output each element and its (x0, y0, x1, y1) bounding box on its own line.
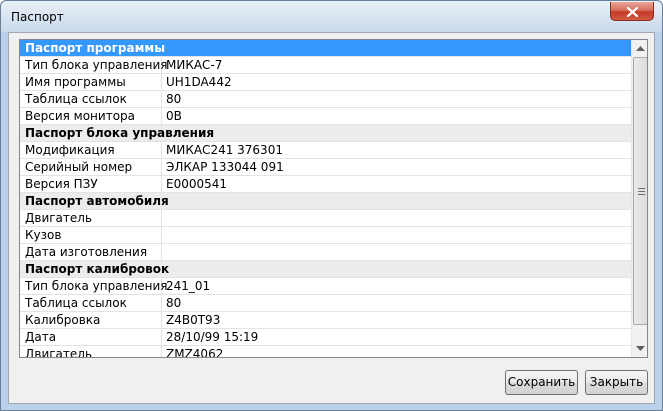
property-row[interactable]: Модификация МИКАС241 376301 (20, 142, 631, 159)
property-value (163, 210, 166, 227)
property-name: Тип блока управления (20, 278, 168, 295)
passport-grid[interactable]: Паспорт программы Тип блока управления МИК… (19, 39, 648, 358)
section-title: Паспорт автомобиля (25, 194, 169, 208)
property-name: Двигатель (20, 346, 162, 357)
scroll-thumb[interactable] (633, 57, 647, 325)
property-row[interactable]: Дата изготовления (20, 244, 631, 261)
window-close-button[interactable] (610, 2, 654, 21)
property-value: 0B (166, 109, 182, 123)
scroll-down-button[interactable] (632, 340, 647, 357)
property-value: E0000541 (166, 177, 228, 191)
property-row[interactable]: Тип блока управления 241_01 (20, 278, 631, 295)
property-row[interactable]: Кузов (20, 227, 631, 244)
window-title: Паспорт (11, 10, 64, 24)
property-row[interactable]: Таблица ссылок 80 (20, 91, 631, 108)
section-title: Паспорт программы (25, 41, 166, 55)
property-value: Z4B0T93 (166, 313, 221, 327)
section-header[interactable]: Паспорт автомобиля (20, 193, 631, 210)
property-name: Версия ПЗУ (20, 176, 162, 193)
property-row[interactable]: Версия монитора 0B (20, 108, 631, 125)
property-name: Тип блока управления (20, 57, 168, 74)
property-value: МИКАС241 376301 (166, 143, 283, 157)
property-name: Модификация (20, 142, 162, 159)
vertical-scrollbar[interactable] (631, 40, 647, 357)
property-row[interactable]: Дата 28/10/99 15:19 (20, 329, 631, 346)
property-name: Калибровка (20, 312, 162, 329)
property-value: ZMZ4062 (166, 347, 224, 358)
section-header[interactable]: Паспорт калибровок (20, 261, 631, 278)
grid-rows: Паспорт программы Тип блока управления МИК… (20, 40, 631, 358)
property-row[interactable]: Имя программы UH1DA442 (20, 74, 631, 91)
property-value: 80 (166, 92, 182, 106)
property-name: Версия монитора (20, 108, 162, 125)
arrow-down-icon (636, 346, 645, 351)
property-name: Имя программы (20, 74, 162, 91)
arrow-up-icon (636, 46, 645, 51)
save-button[interactable]: Сохранить (505, 370, 578, 395)
section-title: Паспорт калибровок (25, 262, 170, 276)
property-name: Кузов (20, 227, 162, 244)
property-value: 80 (166, 296, 182, 310)
property-name: Двигатель (20, 210, 162, 227)
passport-window: Паспорт Паспорт программы Тип блока управ… (0, 0, 663, 411)
section-header[interactable]: Паспорт программы (20, 40, 631, 57)
property-name: Таблица ссылок (20, 295, 162, 312)
property-value: UH1DA442 (166, 75, 232, 89)
property-row[interactable]: Двигатель ZMZ4062 (20, 346, 631, 358)
property-value: ЭЛКАР 133044 091 (166, 160, 284, 174)
property-name: Серийный номер (20, 159, 162, 176)
property-name: Таблица ссылок (20, 91, 162, 108)
close-icon (627, 7, 638, 17)
property-value: 28/10/99 15:19 (166, 330, 259, 344)
property-row[interactable]: Двигатель (20, 210, 631, 227)
property-row[interactable]: Калибровка Z4B0T93 (20, 312, 631, 329)
property-row[interactable]: Версия ПЗУ E0000541 (20, 176, 631, 193)
dialog-body: Паспорт программы Тип блока управления МИК… (8, 32, 655, 404)
grip-icon (638, 188, 645, 195)
scroll-up-button[interactable] (632, 40, 647, 57)
property-value: МИКАС-7 (166, 58, 223, 72)
property-value: 241_01 (166, 279, 211, 293)
close-button[interactable]: Закрыть (585, 370, 648, 395)
property-row[interactable]: Тип блока управления МИКАС-7 (20, 57, 631, 74)
section-title: Паспорт блока управления (25, 126, 215, 140)
property-value (163, 244, 166, 261)
section-header[interactable]: Паспорт блока управления (20, 125, 631, 142)
property-row[interactable]: Таблица ссылок 80 (20, 295, 631, 312)
property-value (163, 227, 166, 244)
property-row[interactable]: Серийный номер ЭЛКАР 133044 091 (20, 159, 631, 176)
property-name: Дата изготовления (20, 244, 162, 261)
title-bar[interactable]: Паспорт (1, 1, 662, 32)
property-name: Дата (20, 329, 162, 346)
